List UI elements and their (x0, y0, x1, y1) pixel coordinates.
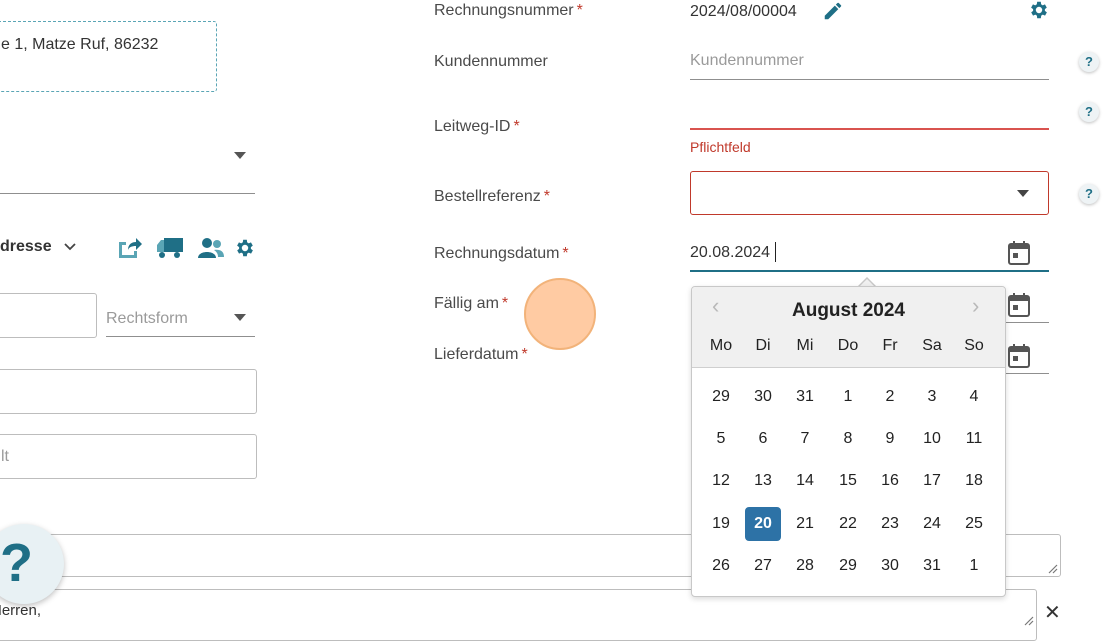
help-icon-leitweg[interactable]: ? (1079, 102, 1099, 122)
datepicker-header: ‹ August 2024 › Mo Di Mi Do Fr Sa So (692, 287, 1005, 368)
calendar-day[interactable]: 4 (956, 380, 992, 414)
weekday-label: Do (837, 337, 859, 354)
calendar-day[interactable]: 16 (872, 464, 908, 498)
calendar-day[interactable]: 19 (703, 507, 739, 541)
left-input-small[interactable] (0, 293, 97, 338)
weekday-label: Di (755, 337, 771, 354)
calendar-day[interactable]: 12 (703, 464, 739, 498)
click-indicator (524, 278, 596, 350)
address-type-label: dresse (0, 238, 52, 255)
calendar-day[interactable]: 14 (787, 464, 823, 498)
chevron-down-icon (1017, 190, 1029, 197)
bestellreferenz-label: Bestellreferenz * (434, 188, 550, 205)
calendar-day[interactable]: 11 (956, 422, 992, 456)
help-icon-bestellreferenz[interactable]: ? (1079, 184, 1099, 204)
calendar-day[interactable]: 30 (745, 380, 781, 414)
calendar-day[interactable]: 22 (830, 507, 866, 541)
chevron-down-icon (234, 152, 246, 159)
calendar-day[interactable]: 17 (914, 464, 950, 498)
leitweg-label: Leitweg-ID * (434, 118, 520, 135)
faellig-label: Fällig am * (434, 295, 509, 312)
rechtsform-select[interactable]: Rechtsform (106, 300, 255, 337)
weekday-label: Mi (796, 337, 814, 354)
users-icon[interactable] (197, 236, 225, 260)
calendar-day[interactable]: 29 (830, 549, 866, 583)
intro-text: Herren, (0, 602, 42, 619)
close-icon[interactable]: ✕ (1044, 600, 1061, 625)
calendar-icon[interactable] (1007, 240, 1031, 266)
rechtsform-placeholder: Rechtsform (106, 310, 188, 327)
pencil-icon[interactable] (822, 0, 844, 22)
calendar-day[interactable]: 28 (787, 549, 823, 583)
calendar-day[interactable]: 2 (872, 380, 908, 414)
chevron-down-icon (64, 243, 76, 251)
calendar-day[interactable]: 1 (830, 380, 866, 414)
weekday-label: Sa (922, 337, 942, 354)
share-icon[interactable] (116, 236, 142, 260)
leitweg-error: Pflichtfeld (690, 139, 751, 155)
chevron-down-icon (234, 314, 246, 321)
calendar-day[interactable]: 29 (703, 380, 739, 414)
calendar-day[interactable]: 3 (914, 380, 950, 414)
calendar-day[interactable]: 31 (914, 549, 950, 583)
weekday-label: Mo (709, 337, 733, 354)
left-input-2[interactable] (0, 369, 257, 414)
calendar-day[interactable]: 26 (703, 549, 739, 583)
gear-icon[interactable] (1028, 0, 1050, 21)
calendar-day[interactable]: 31 (787, 380, 823, 414)
calendar-day[interactable]: 23 (872, 507, 908, 541)
calendar-day[interactable]: 8 (830, 422, 866, 456)
left-select[interactable] (0, 140, 255, 194)
calendar-day[interactable]: 30 (872, 549, 908, 583)
kundennummer-placeholder: Kundennummer (690, 52, 804, 69)
calendar-day[interactable]: 10 (914, 422, 950, 456)
faellig-input[interactable] (1004, 288, 1049, 323)
calendar-day[interactable]: 5 (703, 422, 739, 456)
calendar-day[interactable]: 18 (956, 464, 992, 498)
resize-handle-icon[interactable] (1022, 614, 1034, 626)
next-month-button[interactable]: › (972, 293, 979, 319)
weekday-label: Fr (882, 337, 898, 354)
bestellreferenz-select[interactable] (690, 171, 1049, 215)
gear-icon[interactable] (234, 237, 256, 259)
calendar-day[interactable]: 15 (830, 464, 866, 498)
left-input-3-placeholder: lt (1, 448, 9, 465)
rechnungsdatum-value: 20.08.2024 (690, 244, 771, 261)
weekday-label: So (964, 337, 984, 354)
rechnungsdatum-label: Rechnungsdatum * (434, 245, 569, 262)
address-field[interactable]: e 1, Matze Ruf, 86232 (0, 21, 217, 92)
calendar-day[interactable]: 27 (745, 549, 781, 583)
truck-icon[interactable] (156, 236, 184, 260)
datepicker-title: August 2024 (792, 300, 905, 321)
lieferdatum-input[interactable] (1004, 339, 1049, 374)
help-icon-kundennummer[interactable]: ? (1079, 52, 1099, 72)
calendar-day[interactable]: 21 (787, 507, 823, 541)
kundennummer-label: Kundennummer (434, 53, 548, 70)
rechnungsnummer-value: 2024/08/00004 (690, 3, 797, 20)
rechnungsnummer-label: Rechnungsnummer * (434, 2, 583, 19)
rechnungsdatum-input[interactable]: 20.08.2024 (690, 236, 1049, 272)
calendar-icon[interactable] (1007, 343, 1031, 369)
calendar-day[interactable]: 24 (914, 507, 950, 541)
help-question-icon: ? (0, 533, 33, 593)
calendar-day[interactable]: 1 (956, 549, 992, 583)
calendar-day-selected[interactable]: 20 (745, 507, 781, 541)
lieferdatum-label: Lieferdatum * (434, 346, 528, 363)
calendar-day[interactable]: 6 (745, 422, 781, 456)
calendar-day[interactable]: 25 (956, 507, 992, 541)
calendar-day[interactable]: 7 (787, 422, 823, 456)
kundennummer-input[interactable]: Kundennummer (690, 46, 1049, 80)
address-value: e 1, Matze Ruf, 86232 (1, 36, 159, 53)
resize-handle-icon[interactable] (1046, 562, 1058, 574)
calendar-day[interactable]: 13 (745, 464, 781, 498)
calendar-day[interactable]: 9 (872, 422, 908, 456)
calendar-icon[interactable] (1007, 292, 1031, 318)
datepicker: ‹ August 2024 › Mo Di Mi Do Fr Sa So 29 3… (691, 286, 1006, 597)
left-input-3[interactable]: lt (0, 434, 257, 479)
leitweg-input[interactable] (690, 100, 1049, 130)
address-type-dropdown[interactable]: dresse (0, 238, 76, 256)
